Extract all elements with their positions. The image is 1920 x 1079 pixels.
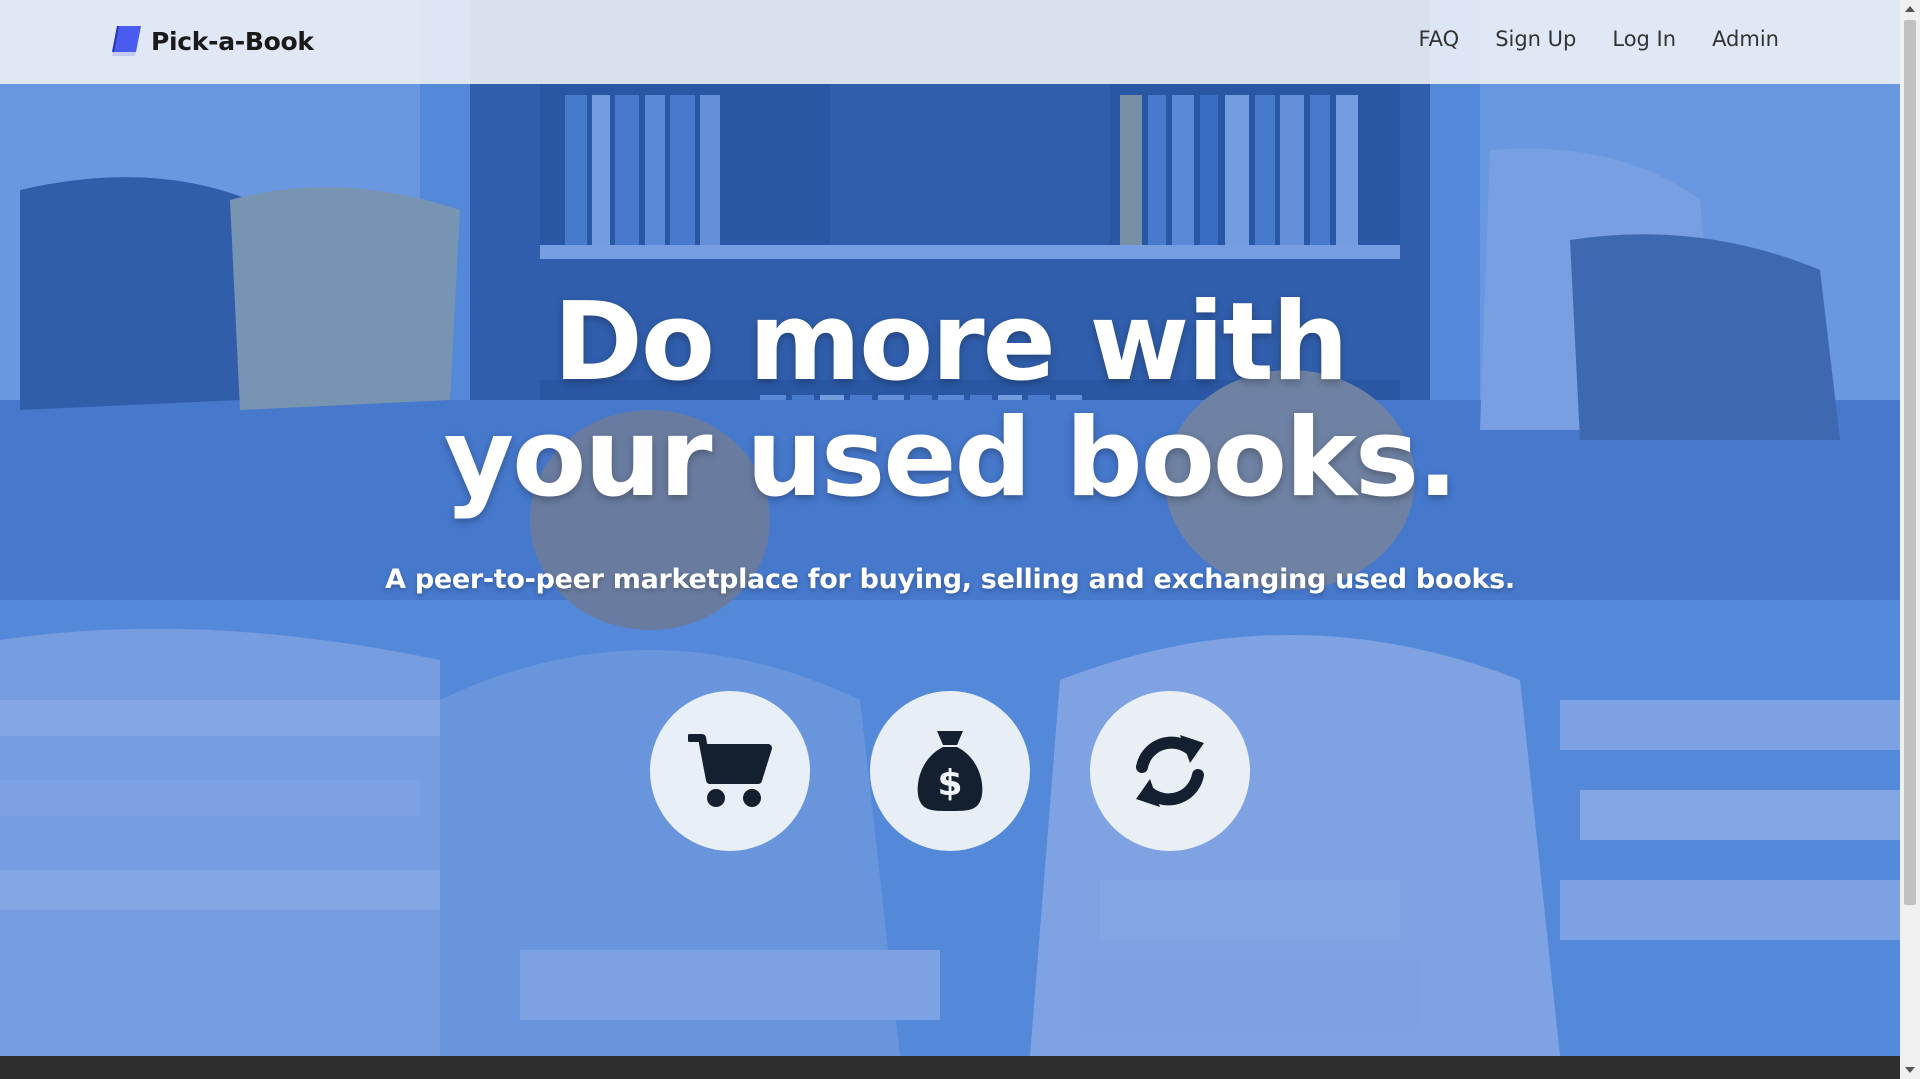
exchange-arrows-icon — [1136, 735, 1204, 807]
shopping-cart-icon — [688, 734, 772, 807]
page: Do more with your used books. A peer-to-… — [0, 0, 1920, 1079]
hero-headline: Do more with your used books. — [0, 285, 1900, 517]
book-icon — [112, 25, 141, 56]
nav-link-faq[interactable]: FAQ — [1419, 27, 1460, 51]
brand-name: Pick-a-Book — [151, 26, 314, 56]
scrollbar[interactable] — [1900, 0, 1920, 1079]
brand-logo-link[interactable]: Pick-a-Book — [109, 24, 314, 58]
money-bag-icon: $ — [917, 731, 983, 811]
navbar: Pick-a-Book FAQ Sign Up Log In Admin — [0, 0, 1900, 84]
nav-link-sign-up[interactable]: Sign Up — [1495, 27, 1576, 51]
hero-subtitle: A peer-to-peer marketplace for buying, s… — [385, 564, 1515, 595]
hero-section: Do more with your used books. A peer-to-… — [0, 0, 1900, 1056]
scroll-thumb[interactable] — [1904, 20, 1916, 905]
buy-button[interactable] — [650, 691, 810, 851]
exchange-button[interactable] — [1090, 691, 1250, 851]
nav-links: FAQ Sign Up Log In Admin — [1419, 27, 1780, 51]
svg-text:$: $ — [937, 763, 962, 804]
hero-headline-line2: your used books. — [443, 396, 1459, 521]
nav-link-log-in[interactable]: Log In — [1612, 27, 1676, 51]
sell-button[interactable]: $ — [870, 691, 1030, 851]
hero-headline-line1: Do more with — [553, 280, 1349, 405]
scroll-up-arrow-icon[interactable] — [1905, 6, 1915, 12]
scroll-down-arrow-icon[interactable] — [1905, 1067, 1915, 1073]
hero-overlay — [0, 0, 1900, 1056]
footer-strip — [0, 1056, 1900, 1079]
action-buttons: $ — [650, 691, 1250, 851]
nav-link-admin[interactable]: Admin — [1712, 27, 1779, 51]
